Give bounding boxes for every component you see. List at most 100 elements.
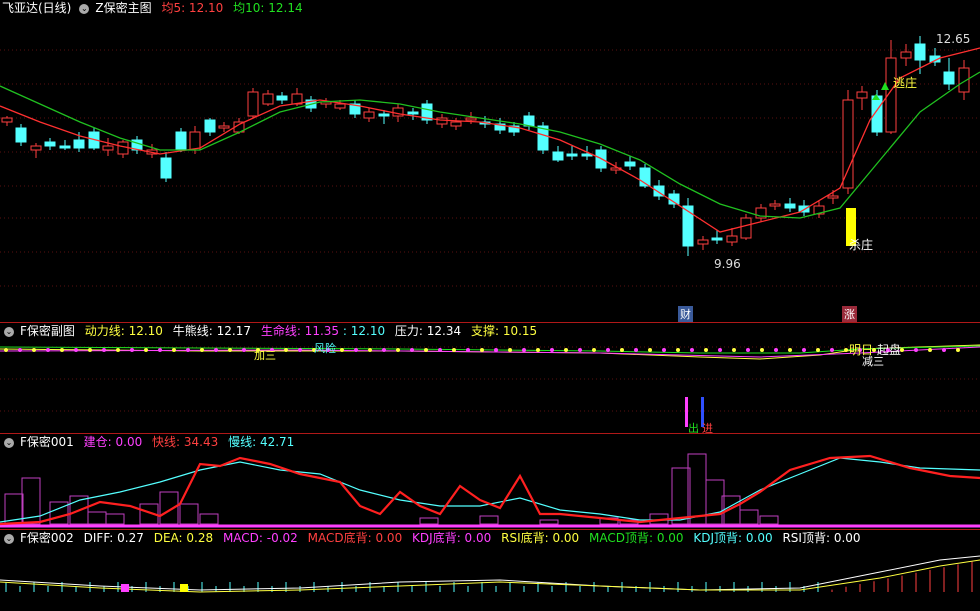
main-indicator-name[interactable]: Z保密主图	[95, 1, 151, 15]
candle-body	[552, 151, 564, 161]
signal-dot	[172, 348, 176, 352]
signal-dot	[438, 348, 442, 352]
signal-dot	[466, 348, 470, 352]
signal-dot	[46, 348, 50, 352]
signal-dot	[130, 348, 134, 352]
signal-dot	[718, 348, 722, 352]
sub2-slow: 慢线: 42.71	[228, 435, 295, 449]
candle-body	[769, 203, 781, 207]
jiansan-mark: 减三	[862, 355, 884, 368]
build-bar	[479, 515, 499, 525]
signal-dot	[354, 348, 358, 352]
sub3-macd-bottom: MACD底背: 0.00	[307, 531, 403, 545]
sub2-fast: 快线: 34.43	[152, 435, 219, 449]
signal-dot	[676, 348, 680, 352]
candle-body	[436, 117, 448, 125]
sub1-life: 生命线: 11.35	[260, 324, 340, 338]
sub1-chart[interactable]	[0, 323, 980, 433]
sub-panel-1[interactable]: ⌄ F保密副图 动力线: 12.10 牛熊线: 12.17 生命线: 11.35 …	[0, 323, 980, 435]
sub2-header: ⌄ F保密001 建仓: 0.00 快线: 34.43 慢线: 42.71	[2, 434, 300, 450]
signal-dot	[690, 348, 694, 352]
candle-body	[682, 205, 694, 247]
signal-dot	[88, 348, 92, 352]
signal-dot	[452, 348, 456, 352]
sub3-rsi-bottom: RSI底背: 0.00	[501, 531, 580, 545]
candle-body	[73, 139, 85, 149]
signal-dot	[508, 348, 512, 352]
sub3-header: ⌄ F保密002 DIFF: 0.27 DEA: 0.28 MACD: -0.02…	[2, 530, 867, 546]
cai-badge[interactable]: 财	[678, 306, 693, 322]
build-bar	[539, 519, 559, 525]
signal-dot	[662, 348, 666, 352]
sub2-title[interactable]: F保密001	[20, 435, 74, 449]
risk-mark: 风险	[314, 342, 336, 355]
sub3-title[interactable]: F保密002	[20, 531, 74, 545]
chevron-down-icon[interactable]: ⌄	[79, 3, 90, 14]
signal-dot	[956, 348, 960, 352]
candle-body	[102, 145, 114, 151]
high-price-label: 12.65	[936, 32, 971, 46]
sub1-support: 支撑: 10.15	[470, 324, 538, 338]
signal-dot	[382, 348, 386, 352]
bottom-divergence-mark	[121, 584, 129, 592]
candle-body	[842, 99, 854, 189]
zhang-badge[interactable]: 涨	[842, 306, 857, 322]
candle-body	[900, 51, 912, 59]
signal-dot	[340, 348, 344, 352]
candle-body	[44, 141, 56, 147]
build-bar	[671, 467, 691, 525]
candle-body	[943, 71, 955, 85]
signal-dot	[480, 348, 484, 352]
signal-dot	[4, 348, 8, 352]
sub3-kdj-top: KDJ顶背: 0.00	[693, 531, 773, 545]
candlestick-chart[interactable]	[0, 0, 980, 322]
candle-body	[334, 103, 346, 109]
chevron-down-icon[interactable]: ⌄	[4, 533, 14, 544]
build-bar	[105, 513, 125, 525]
candle-body	[566, 153, 578, 157]
sub3-macd-top: MACD顶背: 0.00	[589, 531, 684, 545]
signal-dot	[704, 348, 708, 352]
signal-dot	[648, 348, 652, 352]
build-bar	[739, 509, 759, 525]
candle-body	[363, 111, 375, 119]
build-bar	[759, 515, 779, 525]
candle-body	[407, 111, 419, 115]
signal-dot	[620, 348, 624, 352]
ma5-value: 均5: 12.10	[161, 1, 224, 15]
signal-dot	[102, 348, 106, 352]
candle-body	[740, 217, 752, 239]
candle-body	[218, 125, 230, 129]
sub-panel-3[interactable]: ⌄ F保密002 DIFF: 0.27 DEA: 0.28 MACD: -0.02…	[0, 530, 980, 611]
candle-body	[160, 157, 172, 179]
main-chart-panel[interactable]: 飞亚达(日线) ⌄ Z保密主图 均5: 12.10 均10: 12.14 12.65…	[0, 0, 980, 322]
build-bar	[419, 517, 439, 525]
build-bar	[199, 513, 219, 525]
signal-dot	[18, 348, 22, 352]
sub1-title[interactable]: F保密副图	[20, 324, 75, 338]
signal-dot	[494, 348, 498, 352]
candle-body	[784, 203, 796, 209]
signal-dot	[774, 348, 778, 352]
sub1-header: ⌄ F保密副图 动力线: 12.10 牛熊线: 12.17 生命线: 11.35 …	[2, 323, 543, 339]
candle-body	[262, 93, 274, 105]
signal-dot	[634, 348, 638, 352]
signal-dot	[606, 348, 610, 352]
signal-dot	[816, 348, 820, 352]
ma10-value: 均10: 12.14	[233, 1, 303, 15]
signal-dot	[536, 348, 540, 352]
candle-body	[624, 161, 636, 167]
candle-body	[465, 117, 477, 121]
signal-dot	[200, 348, 204, 352]
chevron-down-icon[interactable]: ⌄	[4, 326, 14, 337]
chevron-down-icon[interactable]: ⌄	[4, 437, 14, 448]
signal-dot	[144, 348, 148, 352]
candle-body	[914, 43, 926, 61]
signal-dot	[410, 348, 414, 352]
sub-panel-2[interactable]: ⌄ F保密001 建仓: 0.00 快线: 34.43 慢线: 42.71	[0, 434, 980, 529]
signal-dot	[368, 348, 372, 352]
dea-line	[0, 559, 980, 593]
signal-dot	[592, 348, 596, 352]
build-bar	[179, 503, 199, 525]
sub1-power: 动力线: 12.10	[84, 324, 163, 338]
